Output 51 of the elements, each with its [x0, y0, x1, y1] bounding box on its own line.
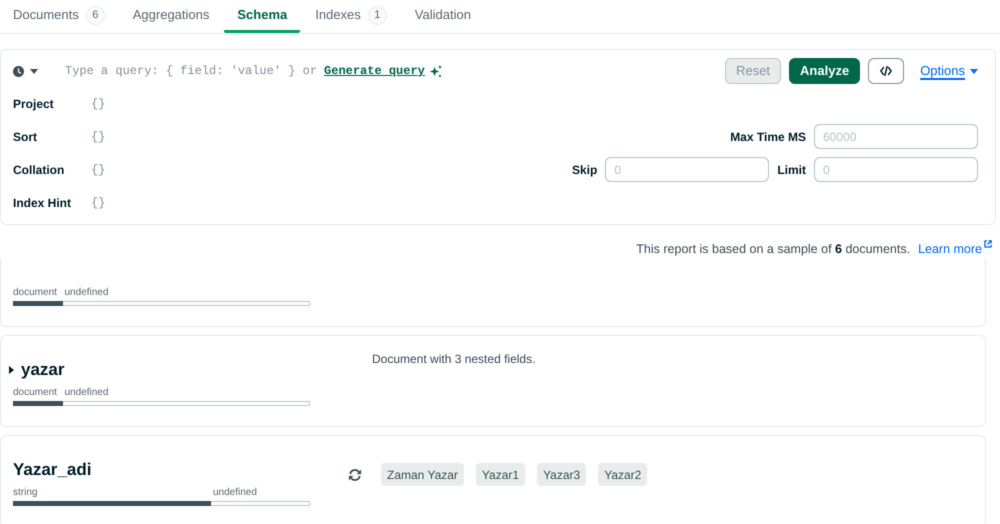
sample-value-tag[interactable]: Yazar2 — [598, 463, 648, 486]
code-icon — [880, 66, 892, 76]
option-editor[interactable]: {} — [91, 160, 151, 178]
field-name: yazar — [21, 359, 64, 381]
type-label: document — [13, 387, 57, 399]
option-label: Index Hint — [13, 194, 72, 212]
external-link-icon — [984, 240, 992, 248]
option-editor[interactable]: {} — [91, 128, 151, 146]
type-label: string — [13, 487, 38, 499]
number-input[interactable]: 0 — [814, 157, 978, 182]
generate-query-link[interactable]: Generate query — [324, 62, 425, 80]
sample-value-tag[interactable]: Yazar1 — [476, 463, 526, 486]
query-editor[interactable]: Type a query: { field: 'value' } or Generate query — [65, 62, 442, 80]
sample-value-tag[interactable]: Zaman Yazar — [381, 463, 464, 486]
option-label: Max Time MS — [730, 128, 806, 146]
caret-icon[interactable] — [9, 366, 14, 374]
tab[interactable]: Documents 6 — [0, 0, 118, 33]
option-label: Project — [13, 96, 55, 112]
query-placeholder: Type a query: { field: 'value' } or — [65, 63, 318, 80]
count-badge: 1 — [368, 6, 387, 24]
type-label: undefined — [64, 287, 108, 299]
sparkle-icon — [428, 64, 442, 78]
option-label: Skip — [572, 162, 598, 178]
code-view-button[interactable] — [868, 58, 904, 84]
number-input[interactable]: 0 — [605, 157, 770, 182]
nested-fields-summary: Document with 3 nested fields. — [372, 352, 536, 366]
learn-more-link[interactable]: Learn more — [918, 240, 992, 258]
clock-icon — [13, 66, 24, 76]
query-history-button[interactable] — [13, 66, 38, 76]
option-label: Limit — [777, 162, 806, 178]
count-badge: 6 — [86, 6, 105, 24]
analyze-button[interactable]: Analyze — [789, 58, 860, 84]
field-name: Yazar_adi — [13, 459, 92, 481]
caret-icon — [970, 68, 978, 74]
tab[interactable]: Indexes 1 — [302, 0, 400, 33]
sample-note-text: This report is based on a sample of 6 documents. — [636, 240, 910, 258]
type-label: undefined — [213, 487, 257, 499]
options-link[interactable]: Options — [920, 61, 978, 81]
caret-icon — [30, 68, 38, 74]
refresh-icon[interactable] — [348, 468, 362, 482]
option-label: Collation — [13, 162, 66, 178]
tab[interactable]: Schema — [224, 0, 300, 33]
tab[interactable]: Validation — [402, 0, 484, 33]
type-label: undefined — [64, 387, 108, 399]
type-label: document — [13, 287, 57, 299]
option-editor[interactable]: {} — [91, 194, 151, 212]
option-editor[interactable]: {} — [91, 94, 151, 112]
tab[interactable]: Aggregations — [120, 0, 222, 33]
option-label: Sort — [13, 128, 38, 146]
sample-value-tag[interactable]: Yazar3 — [537, 463, 586, 486]
number-input[interactable]: 60000 — [814, 124, 978, 149]
